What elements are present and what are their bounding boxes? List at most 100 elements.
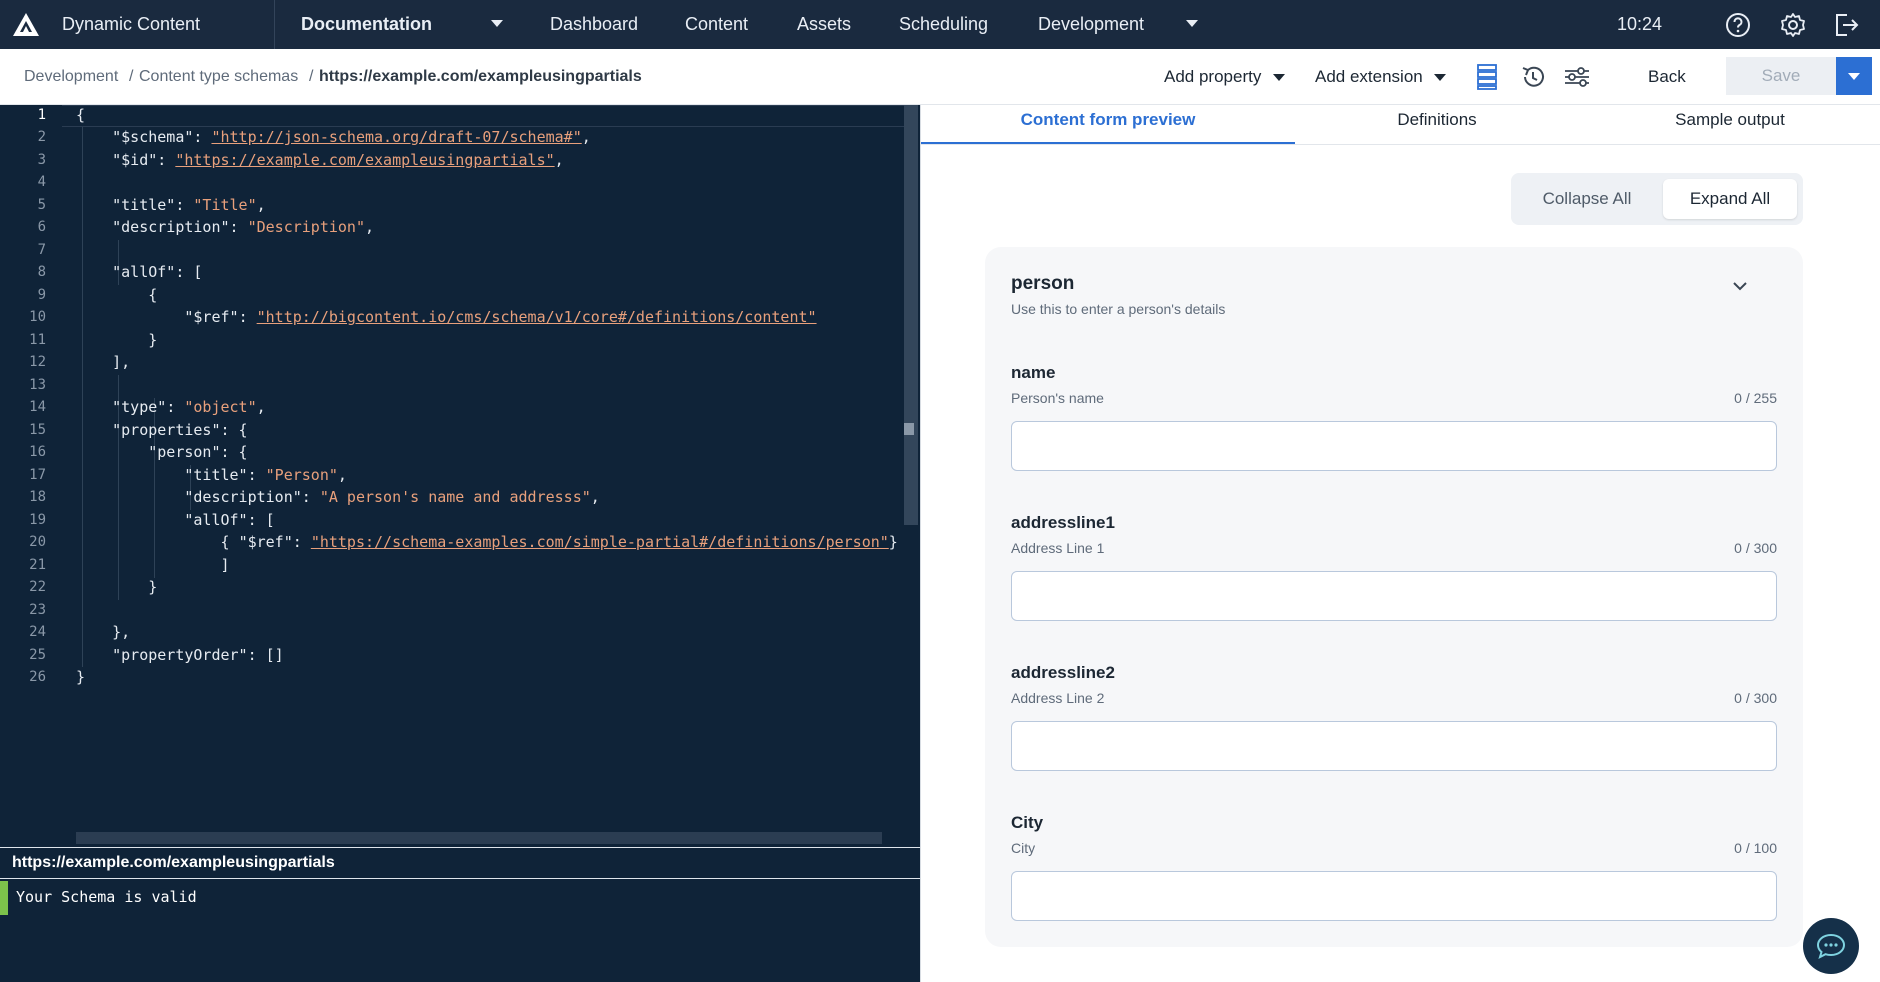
scrollbar-thumb[interactable] xyxy=(904,423,914,435)
collapse-expand-toggle: Collapse All Expand All xyxy=(1511,173,1803,225)
code-line: } xyxy=(148,331,158,349)
history-icon[interactable] xyxy=(1519,63,1547,91)
code-line: "$id": "https://example.com/exampleusing… xyxy=(112,151,564,169)
chevron-down-icon[interactable] xyxy=(1731,277,1749,295)
line-number: 23 xyxy=(29,602,46,618)
line-number: 12 xyxy=(29,354,46,370)
nav-divider xyxy=(274,0,275,49)
add-extension-button[interactable]: Add extension xyxy=(1315,49,1423,105)
json-key: "$ref" xyxy=(238,533,293,551)
line-number: 15 xyxy=(29,422,46,438)
line-number: 21 xyxy=(29,557,46,573)
json-link[interactable]: "https://schema-examples.com/simple-part… xyxy=(311,533,889,551)
list-view-icon[interactable] xyxy=(1473,63,1501,91)
nav-item-assets[interactable]: Assets xyxy=(797,0,851,49)
chat-support-button[interactable] xyxy=(1803,918,1859,974)
line-number: 20 xyxy=(29,534,46,550)
line-number: 22 xyxy=(29,579,46,595)
line-number: 24 xyxy=(29,624,46,640)
code-line: "allOf": [ xyxy=(112,263,203,281)
nav-item-scheduling[interactable]: Scheduling xyxy=(899,0,988,49)
nav-item-development[interactable]: Development xyxy=(1038,0,1144,49)
schema-code-editor[interactable]: 1 2 3 4 5 6 7 8 9 10 11 12 13 14 15 16 1… xyxy=(0,105,920,847)
line-number: 26 xyxy=(29,669,46,685)
horizontal-scrollbar[interactable] xyxy=(76,832,882,844)
json-key: "title" xyxy=(112,196,176,214)
line-number: 18 xyxy=(29,489,46,505)
line-number: 19 xyxy=(29,512,46,528)
json-string: "Description" xyxy=(247,218,365,236)
validation-message: Your Schema is valid xyxy=(16,888,197,906)
city-input[interactable] xyxy=(1011,871,1777,921)
code-line: "description": "A person's name and addr… xyxy=(184,488,600,506)
line-number: 3 xyxy=(37,152,46,168)
save-button[interactable]: Save xyxy=(1726,57,1836,95)
breadcrumb-development[interactable]: Development xyxy=(24,49,118,105)
line-number: 7 xyxy=(37,242,46,258)
code-line: { xyxy=(148,286,158,304)
code-line: { "$ref": "https://schema-examples.com/s… xyxy=(220,533,898,551)
addressline2-input[interactable] xyxy=(1011,721,1777,771)
line-number: 10 xyxy=(29,309,46,325)
breadcrumb-separator: / xyxy=(129,68,134,85)
clock-time: 10:24 xyxy=(1617,14,1663,34)
tab-sample-output[interactable]: Sample output xyxy=(1579,105,1880,145)
json-string: "A person's name and addresss" xyxy=(319,488,591,506)
tab-content-form-preview[interactable]: Content form preview xyxy=(921,105,1295,145)
code-line: ], xyxy=(112,353,131,371)
settings-gear-icon[interactable] xyxy=(1779,11,1807,39)
addressline1-input[interactable] xyxy=(1011,571,1777,621)
line-number: 4 xyxy=(37,174,46,190)
json-link[interactable]: "https://example.com/exampleusingpartial… xyxy=(175,151,554,169)
chevron-down-icon[interactable] xyxy=(491,20,503,27)
json-key: "description" xyxy=(112,218,230,236)
app-logo-icon[interactable] xyxy=(12,12,40,38)
json-link[interactable]: "http://bigcontent.io/cms/schema/v1/core… xyxy=(257,308,817,326)
vertical-scrollbar[interactable] xyxy=(904,105,918,525)
name-input[interactable] xyxy=(1011,421,1777,471)
chevron-down-icon xyxy=(1848,73,1860,80)
field-description: Address Line 2 xyxy=(1011,690,1105,706)
chevron-down-icon[interactable] xyxy=(1273,74,1285,81)
line-number-gutter: 1 2 3 4 5 6 7 8 9 10 11 12 13 14 15 16 1… xyxy=(0,105,62,847)
code-line: "$schema": "http://json-schema.org/draft… xyxy=(112,128,591,146)
character-count: 0 / 300 xyxy=(1734,690,1777,706)
hub-selector[interactable]: Documentation xyxy=(301,0,432,49)
add-property-button[interactable]: Add property xyxy=(1164,49,1261,105)
save-options-button[interactable] xyxy=(1836,57,1872,95)
line-number: 25 xyxy=(29,647,46,663)
nav-item-content[interactable]: Content xyxy=(685,0,748,49)
line-number: 11 xyxy=(29,332,46,348)
line-number: 1 xyxy=(37,107,46,123)
line-number: 8 xyxy=(37,264,46,280)
validation-panel: https://example.com/exampleusingpartials… xyxy=(0,847,920,982)
sign-out-icon[interactable] xyxy=(1832,11,1860,39)
json-key: "allOf" xyxy=(184,511,248,529)
section-title: person xyxy=(1011,273,1075,294)
code-line: "$ref": "http://bigcontent.io/cms/schema… xyxy=(184,308,817,326)
field-description: City xyxy=(1011,840,1036,856)
json-link[interactable]: "http://json-schema.org/draft-07/schema#… xyxy=(211,128,581,146)
divider xyxy=(0,878,920,879)
json-key: "$id" xyxy=(112,151,158,169)
json-key: "allOf" xyxy=(112,263,176,281)
breadcrumb-separator: / xyxy=(309,68,314,85)
line-number: 16 xyxy=(29,444,46,460)
line-number: 6 xyxy=(37,219,46,235)
json-key: "$ref" xyxy=(184,308,239,326)
nav-item-dashboard[interactable]: Dashboard xyxy=(550,0,638,49)
tab-definitions[interactable]: Definitions xyxy=(1295,105,1579,145)
chevron-down-icon[interactable] xyxy=(1434,74,1446,81)
line-number: 2 xyxy=(37,129,46,145)
sliders-icon[interactable] xyxy=(1563,63,1591,91)
back-button[interactable]: Back xyxy=(1648,49,1686,105)
help-icon[interactable] xyxy=(1724,11,1752,39)
chevron-down-icon[interactable] xyxy=(1186,20,1198,27)
collapse-all-button[interactable]: Collapse All xyxy=(1517,179,1657,219)
expand-all-button[interactable]: Expand All xyxy=(1663,179,1797,219)
breadcrumb-content-type-schemas[interactable]: Content type schemas xyxy=(139,49,298,105)
sub-toolbar: Development / Content type schemas / htt… xyxy=(0,49,1880,105)
code-line: "title": "Title", xyxy=(112,196,266,214)
code-line: "properties": { xyxy=(112,421,248,439)
field-label-city: City xyxy=(1011,813,1044,832)
